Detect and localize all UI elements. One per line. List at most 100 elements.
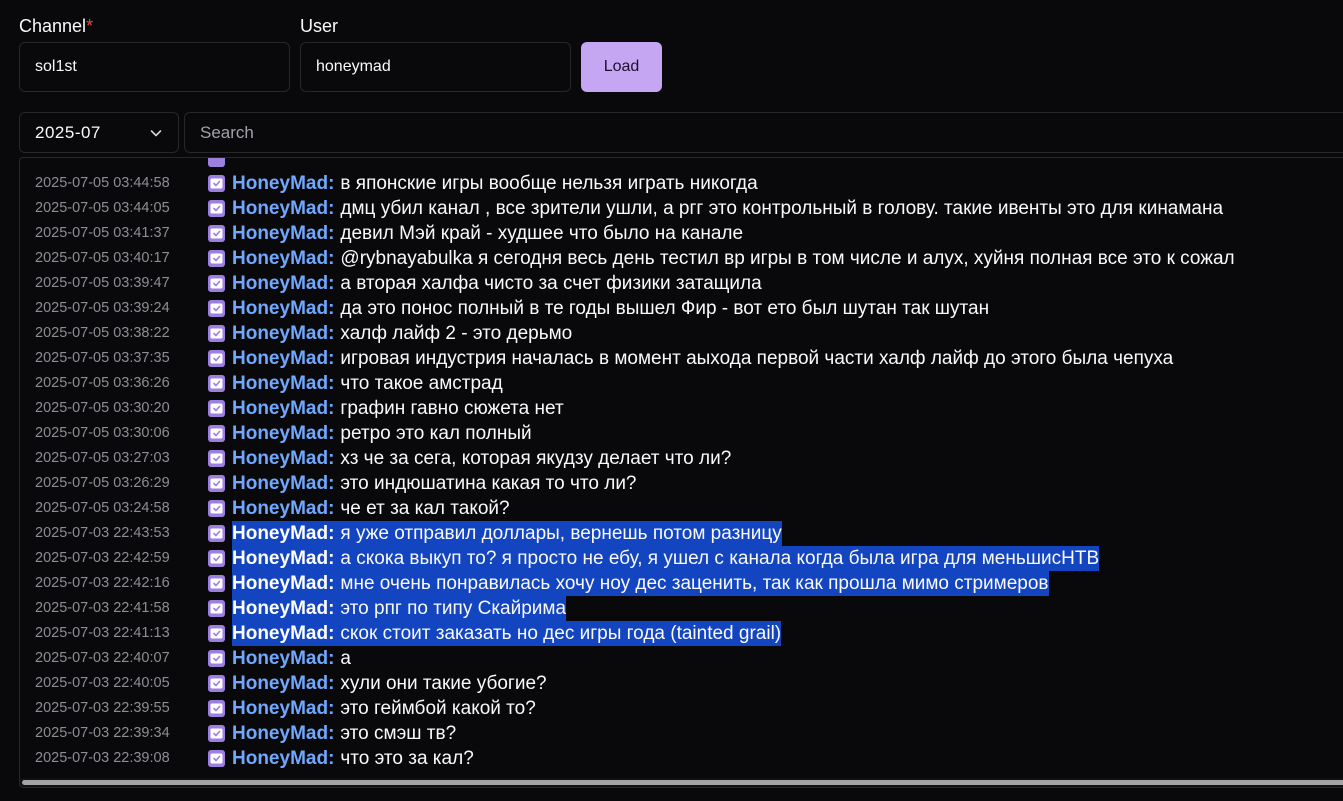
log-message: халф лайф 2 - это дерьмо bbox=[340, 323, 573, 344]
scrollbar-thumb[interactable] bbox=[22, 780, 1343, 785]
log-timestamp: 2025-07-03 22:42:59 bbox=[35, 550, 170, 566]
log-timestamp: 2025-07-05 03:44:58 bbox=[35, 175, 170, 191]
log-username[interactable]: HoneyMad: bbox=[232, 271, 334, 296]
log-username[interactable]: HoneyMad: bbox=[232, 371, 334, 396]
subscriber-badge-icon bbox=[208, 375, 225, 392]
subscriber-badge-icon bbox=[208, 225, 225, 242]
log-line: 2025-07-05 03:39:24 HoneyMad: да это понос… bbox=[35, 296, 1235, 321]
log-username[interactable]: HoneyMad: bbox=[232, 696, 334, 721]
log-timestamp: 2025-07-05 03:27:03 bbox=[35, 450, 170, 466]
channel-label-text: Channel bbox=[19, 16, 87, 36]
log-timestamp: 2025-07-03 22:39:08 bbox=[35, 750, 170, 766]
log-line: 2025-07-05 03:38:22 HoneyMad: халф лайф 2 … bbox=[35, 321, 1235, 346]
log-username[interactable]: HoneyMad: bbox=[232, 471, 334, 496]
log-message: что такое амстрад bbox=[340, 373, 503, 394]
log-username[interactable]: HoneyMad: bbox=[232, 671, 334, 696]
log-username[interactable]: HoneyMad: bbox=[232, 221, 334, 246]
log-timestamp: 2025-07-03 22:39:34 bbox=[35, 725, 170, 741]
log-message: ретро это кал полный bbox=[340, 423, 532, 444]
log-message: девил Мэй край - худшее что было на кана… bbox=[340, 223, 744, 244]
log-line: 2025-07-05 03:44:58 HoneyMad: в японские и… bbox=[35, 171, 1235, 196]
log-username[interactable]: HoneyMad: bbox=[232, 171, 334, 196]
subscriber-badge-icon bbox=[208, 300, 225, 317]
month-select-value: 2025-07 bbox=[35, 122, 101, 142]
log-line-partial bbox=[35, 158, 1235, 171]
channel-label: Channel* bbox=[19, 16, 93, 37]
log-line: 2025-07-05 03:39:47 HoneyMad: а вторая хал… bbox=[35, 271, 1235, 296]
subscriber-badge-icon bbox=[208, 275, 225, 292]
log-line: 2025-07-05 03:24:58 HoneyMad: че ет за кал… bbox=[35, 496, 1235, 521]
log-line: 2025-07-03 22:39:55 HoneyMad: это геймбой … bbox=[35, 696, 1235, 721]
subscriber-badge-icon bbox=[208, 525, 225, 542]
log-message: это смэш тв? bbox=[340, 723, 457, 744]
log-username[interactable]: HoneyMad: bbox=[232, 496, 334, 521]
log-line: 2025-07-05 03:40:17 HoneyMad: @rybnayabulk… bbox=[35, 246, 1235, 271]
log-username[interactable]: HoneyMad: bbox=[232, 246, 334, 271]
log-timestamp: 2025-07-05 03:39:24 bbox=[35, 300, 170, 316]
subscriber-badge-icon bbox=[208, 500, 225, 517]
log-username[interactable]: HoneyMad: bbox=[232, 521, 341, 546]
log-panel[interactable]: 2025-07-05 03:44:58 HoneyMad: в японские и… bbox=[19, 157, 1343, 788]
user-input[interactable] bbox=[300, 42, 571, 92]
log-username[interactable]: HoneyMad: bbox=[232, 746, 334, 771]
log-username[interactable]: HoneyMad: bbox=[232, 321, 334, 346]
log-timestamp: 2025-07-05 03:30:06 bbox=[35, 425, 170, 441]
log-username[interactable]: HoneyMad: bbox=[232, 721, 334, 746]
log-timestamp: 2025-07-05 03:39:47 bbox=[35, 275, 170, 291]
chevron-down-icon bbox=[149, 126, 163, 140]
log-timestamp: 2025-07-05 03:30:20 bbox=[35, 400, 170, 416]
log-message: это геймбой какой то? bbox=[340, 698, 536, 719]
subscriber-badge-icon bbox=[208, 350, 225, 367]
load-button[interactable]: Load bbox=[581, 42, 662, 92]
log-username[interactable]: HoneyMad: bbox=[232, 646, 334, 671]
log-message: дмц убил канал , все зрители ушли, а ргг… bbox=[340, 198, 1224, 219]
log-message: @rybnayabulka я сегодня весь день тестил… bbox=[340, 248, 1235, 269]
subscriber-badge-icon bbox=[208, 250, 225, 267]
month-select[interactable]: 2025-07 bbox=[19, 112, 179, 153]
log-timestamp: 2025-07-03 22:39:55 bbox=[35, 700, 170, 716]
log-username[interactable]: HoneyMad: bbox=[232, 196, 334, 221]
badge-icon bbox=[208, 158, 225, 167]
subscriber-badge-icon bbox=[208, 575, 225, 592]
user-label: User bbox=[300, 16, 339, 36]
log-message: мне очень понравилась хочу ноу дес зацен… bbox=[340, 571, 1049, 596]
horizontal-scrollbar[interactable] bbox=[20, 778, 1343, 787]
log-message: это рпг по типу Скайрима bbox=[340, 596, 567, 621]
subscriber-badge-icon bbox=[208, 650, 225, 667]
log-message: а bbox=[340, 648, 351, 669]
log-username[interactable]: HoneyMad: bbox=[232, 621, 341, 646]
log-line: 2025-07-05 03:36:26 HoneyMad: что такое ам… bbox=[35, 371, 1235, 396]
log-line: 2025-07-03 22:41:13 HoneyMad: скок стоит з… bbox=[35, 621, 1235, 646]
log-lines: 2025-07-05 03:44:58 HoneyMad: в японские и… bbox=[35, 158, 1235, 771]
log-timestamp: 2025-07-05 03:24:58 bbox=[35, 500, 170, 516]
log-timestamp: 2025-07-05 03:41:37 bbox=[35, 225, 170, 241]
log-line: 2025-07-03 22:41:58 HoneyMad: это рпг по т… bbox=[35, 596, 1235, 621]
log-timestamp: 2025-07-03 22:43:53 bbox=[35, 525, 170, 541]
log-username[interactable]: HoneyMad: bbox=[232, 346, 334, 371]
log-username[interactable]: HoneyMad: bbox=[232, 571, 341, 596]
log-line: 2025-07-05 03:41:37 HoneyMad: девил Мэй кр… bbox=[35, 221, 1235, 246]
subscriber-badge-icon bbox=[208, 725, 225, 742]
log-message: игровая индустрия началась в момент аыхо… bbox=[340, 348, 1174, 369]
log-timestamp: 2025-07-05 03:37:35 bbox=[35, 350, 170, 366]
channel-input[interactable] bbox=[19, 42, 290, 92]
search-input[interactable] bbox=[184, 112, 1343, 153]
subscriber-badge-icon bbox=[208, 175, 225, 192]
log-line: 2025-07-05 03:37:35 HoneyMad: игровая инду… bbox=[35, 346, 1235, 371]
log-line: 2025-07-05 03:26:29 HoneyMad: это индюшати… bbox=[35, 471, 1235, 496]
log-username[interactable]: HoneyMad: bbox=[232, 421, 334, 446]
subscriber-badge-icon bbox=[208, 475, 225, 492]
log-username[interactable]: HoneyMad: bbox=[232, 546, 341, 571]
subscriber-badge-icon bbox=[208, 200, 225, 217]
log-timestamp: 2025-07-03 22:41:13 bbox=[35, 625, 170, 641]
log-line: 2025-07-03 22:43:53 HoneyMad: я уже отправ… bbox=[35, 521, 1235, 546]
log-timestamp: 2025-07-03 22:40:05 bbox=[35, 675, 170, 691]
subscriber-badge-icon bbox=[208, 550, 225, 567]
log-username[interactable]: HoneyMad: bbox=[232, 596, 341, 621]
log-username[interactable]: HoneyMad: bbox=[232, 446, 334, 471]
log-username[interactable]: HoneyMad: bbox=[232, 296, 334, 321]
log-message: я уже отправил доллары, вернешь потом ра… bbox=[340, 521, 782, 546]
log-timestamp: 2025-07-05 03:38:22 bbox=[35, 325, 170, 341]
log-username[interactable]: HoneyMad: bbox=[232, 396, 334, 421]
log-line: 2025-07-03 22:40:07 HoneyMad: а bbox=[35, 646, 1235, 671]
